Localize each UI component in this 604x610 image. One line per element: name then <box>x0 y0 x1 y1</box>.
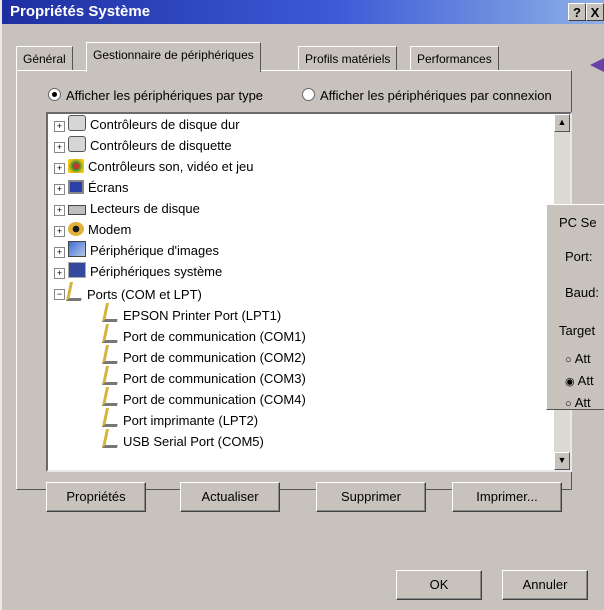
target-option-3[interactable]: ○ Att <box>565 395 591 410</box>
radio-selected-icon <box>48 88 61 101</box>
tree-item-port[interactable]: EPSON Printer Port (LPT1) <box>101 303 281 324</box>
cancel-button[interactable]: Annuler <box>502 570 588 600</box>
port-icon <box>65 282 86 301</box>
disk-controller-icon <box>68 115 86 131</box>
tree-item-system-devices[interactable]: Périphériques système <box>68 261 222 282</box>
overlapping-settings-panel: PC Se Port: Baud: Target ○ Att ◉ Att ○ A… <box>546 204 604 410</box>
port-icon <box>101 366 122 385</box>
device-tree[interactable]: + Contrôleurs de disque dur + Contrôleur… <box>46 112 572 472</box>
tree-item-port[interactable]: Port de communication (COM1) <box>101 324 306 345</box>
port-icon <box>101 429 122 448</box>
sound-video-game-icon <box>68 159 84 173</box>
expand-icon[interactable]: + <box>54 163 65 174</box>
system-properties-dialog: Propriétés Système ? X Général Gestionna… <box>0 0 604 610</box>
port-icon <box>101 324 122 343</box>
collapse-icon[interactable]: − <box>54 289 65 300</box>
view-by-connection-radio[interactable]: Afficher les périphériques par connexion <box>302 88 552 103</box>
scroll-up-button[interactable]: ▲ <box>554 114 570 132</box>
tree-item-floppy-controllers[interactable]: Contrôleurs de disquette <box>68 135 232 156</box>
window-title: Propriétés Système <box>10 3 151 20</box>
expand-icon[interactable]: + <box>54 184 65 195</box>
tree-item-imaging-device[interactable]: Périphérique d'images <box>68 240 219 261</box>
ok-button[interactable]: OK <box>396 570 482 600</box>
disk-drive-icon <box>68 205 86 215</box>
tree-item-port[interactable]: Port de communication (COM3) <box>101 366 306 387</box>
view-by-type-radio[interactable]: Afficher les périphériques par type <box>48 88 263 103</box>
scroll-down-button[interactable]: ▼ <box>554 452 570 470</box>
print-button[interactable]: Imprimer... <box>452 482 562 512</box>
port-icon <box>101 408 122 427</box>
view-by-type-label: Afficher les périphériques par type <box>66 88 264 103</box>
tree-item-port[interactable]: Port imprimante (LPT2) <box>101 408 258 429</box>
side-panel-title: PC Se <box>559 215 597 230</box>
baud-label: Baud: <box>565 285 599 300</box>
tab-device-manager[interactable]: Gestionnaire de périphériques <box>86 42 261 72</box>
tree-item-monitors[interactable]: Écrans <box>68 177 128 198</box>
target-option-2[interactable]: ◉ Att <box>565 373 594 388</box>
port-label: Port: <box>565 249 593 264</box>
tree-item-hard-disk-controllers[interactable]: Contrôleurs de disque dur <box>68 114 240 135</box>
modem-icon <box>68 222 84 236</box>
tree-item-sound-video-game[interactable]: Contrôleurs son, vidéo et jeu <box>68 156 253 177</box>
help-button[interactable]: ? <box>568 3 586 21</box>
view-by-connection-label: Afficher les périphériques par connexion <box>320 88 552 103</box>
tree-item-modem[interactable]: Modem <box>68 219 131 240</box>
tree-item-port[interactable]: USB Serial Port (COM5) <box>101 429 264 450</box>
expand-icon[interactable]: + <box>54 247 65 258</box>
remove-button[interactable]: Supprimer <box>316 482 426 512</box>
properties-button[interactable]: Propriétés <box>46 482 146 512</box>
tree-item-port[interactable]: Port de communication (COM2) <box>101 345 306 366</box>
tab-performance[interactable]: Performances <box>410 46 499 70</box>
expand-icon[interactable]: + <box>54 142 65 153</box>
tab-general[interactable]: Général <box>16 46 73 70</box>
pointer-arrow-icon <box>590 58 604 72</box>
title-bar: Propriétés Système <box>2 0 604 24</box>
system-device-icon <box>68 262 86 278</box>
expand-icon[interactable]: + <box>54 226 65 237</box>
refresh-button[interactable]: Actualiser <box>180 482 280 512</box>
radio-unselected-icon <box>302 88 315 101</box>
tree-item-disk-drives[interactable]: Lecteurs de disque <box>68 198 200 219</box>
tree-item-ports[interactable]: Ports (COM et LPT) <box>65 282 202 303</box>
tab-hardware-profiles[interactable]: Profils matériels <box>298 46 398 70</box>
imaging-device-icon <box>68 241 86 257</box>
expand-icon[interactable]: + <box>54 268 65 279</box>
expand-icon[interactable]: + <box>54 121 65 132</box>
tree-item-port[interactable]: Port de communication (COM4) <box>101 387 306 408</box>
target-label: Target <box>559 323 596 338</box>
monitor-icon <box>68 180 84 194</box>
target-option-1[interactable]: ○ Att <box>565 351 591 366</box>
port-icon <box>101 303 122 322</box>
close-button[interactable]: X <box>586 3 604 21</box>
port-icon <box>101 345 122 364</box>
port-icon <box>101 387 122 406</box>
expand-icon[interactable]: + <box>54 205 65 216</box>
floppy-controller-icon <box>68 136 86 152</box>
